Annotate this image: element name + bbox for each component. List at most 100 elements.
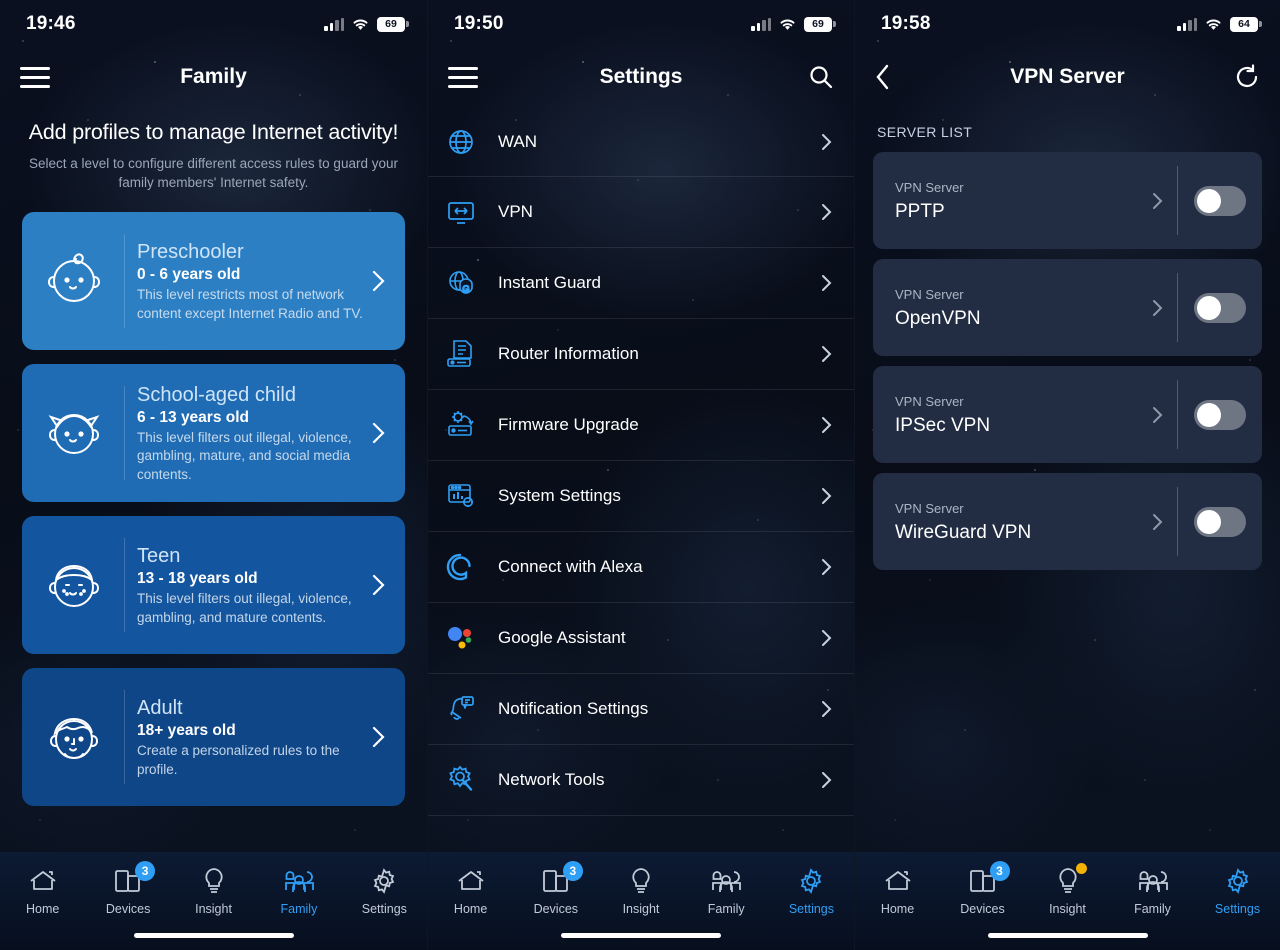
three-screenshot-strip: 19:46 69 Family Add profiles to manage I…	[0, 0, 1280, 950]
nav-right-group	[1234, 64, 1260, 90]
family-header: Add profiles to manage Internet activity…	[0, 106, 427, 192]
vpn-enable-toggle[interactable]	[1194, 292, 1246, 323]
card-divider	[124, 386, 125, 480]
status-clock: 19:58	[881, 13, 931, 34]
devices-icon: 3	[968, 861, 1010, 898]
settings-item-notification-settings[interactable]: Notification Settings	[428, 674, 854, 745]
hamburger-menu-icon[interactable]	[20, 66, 50, 88]
chevron-right-icon	[814, 203, 832, 221]
settings-item-label: Google Assistant	[498, 628, 626, 647]
tab-devices[interactable]: 3 Devices	[940, 860, 1025, 916]
status-bar: 19:46 69	[0, 0, 427, 48]
tab-settings[interactable]: Settings	[1195, 860, 1280, 916]
status-indicators: 69	[324, 16, 409, 32]
svg-text:G: G	[462, 284, 469, 294]
alexa-icon	[446, 553, 492, 581]
settings-item-label: Notification Settings	[498, 699, 649, 718]
profile-text-group: Teen 13 - 18 years old This level filter…	[137, 543, 365, 627]
settings-item-instant-guard[interactable]: G Instant Guard	[428, 248, 854, 319]
vpn-server-card-ipsec-vpn: VPN Server IPSec VPN	[873, 366, 1262, 463]
tab-settings[interactable]: Settings	[769, 860, 854, 916]
lightbulb-icon	[201, 864, 227, 898]
settings-item-label: VPN	[498, 202, 533, 221]
tab-devices[interactable]: 3 Devices	[513, 860, 598, 916]
tab-label: Devices	[960, 902, 1005, 916]
settings-item-connect-with-alexa[interactable]: Connect with Alexa	[428, 532, 854, 603]
profile-card-adult[interactable]: Adult 18+ years old Create a personalize…	[22, 668, 405, 806]
tab-settings[interactable]: Settings	[342, 860, 427, 916]
tab-insight[interactable]: Insight	[1025, 860, 1110, 916]
profile-text-group: Preschooler 0 - 6 years old This level r…	[137, 239, 365, 323]
vpn-server-card-wireguard-vpn: VPN Server WireGuard VPN	[873, 473, 1262, 570]
family-group-icon	[709, 864, 743, 898]
settings-item-network-tools[interactable]: Network Tools	[428, 745, 854, 816]
page-title: Family	[180, 65, 247, 88]
devices-badge: 3	[135, 861, 156, 881]
tab-home[interactable]: Home	[0, 860, 85, 916]
tab-family[interactable]: Family	[1110, 860, 1195, 916]
profile-name: Teen	[137, 545, 181, 567]
profile-name: School-aged child	[137, 383, 296, 406]
nav-left-group	[20, 66, 50, 88]
cellular-signal-icon	[1177, 17, 1197, 31]
vpn-enable-toggle[interactable]	[1194, 506, 1246, 537]
chevron-right-icon	[814, 629, 832, 647]
vpn-server-detail-link[interactable]: VPN Server OpenVPN	[873, 259, 1177, 356]
settings-item-router-information[interactable]: Router Information	[428, 319, 854, 390]
screen-vpn-server: 19:58 64 VPN Server SERVER LIST VPN Serv…	[854, 0, 1280, 950]
tab-family[interactable]: Family	[256, 860, 341, 916]
settings-item-system-settings[interactable]: System Settings	[428, 461, 854, 532]
vpn-card-subtitle: VPN Server	[895, 500, 964, 516]
status-bar: 19:50 69	[428, 0, 854, 48]
chevron-left-icon[interactable]	[875, 64, 890, 90]
tab-label: Family	[280, 902, 318, 916]
profile-card-school-aged-child[interactable]: School-aged child 6 - 13 years old This …	[22, 364, 405, 502]
tab-home[interactable]: Home	[428, 860, 513, 916]
tab-insight[interactable]: Insight	[598, 860, 683, 916]
devices-icon: 3	[113, 861, 156, 898]
chevron-right-icon	[814, 133, 832, 151]
settings-item-vpn[interactable]: VPN	[428, 177, 854, 248]
settings-item-label: WAN	[498, 131, 538, 151]
profile-description: Create a personalized rules to the profi…	[137, 743, 340, 777]
tab-home[interactable]: Home	[855, 860, 940, 916]
tab-devices[interactable]: 3 Devices	[85, 860, 170, 916]
settings-item-wan[interactable]: WAN	[428, 106, 854, 177]
family-group-icon	[282, 864, 316, 898]
chevron-right-icon	[814, 700, 832, 718]
hamburger-menu-icon[interactable]	[448, 66, 478, 88]
cellular-signal-icon	[324, 17, 344, 31]
family-subheading: Select a level to configure different ac…	[29, 156, 398, 190]
home-icon	[883, 864, 913, 898]
profile-text-group: School-aged child 6 - 13 years old This …	[137, 382, 365, 485]
vpn-enable-toggle[interactable]	[1194, 185, 1246, 216]
firmware-upgrade-icon	[446, 410, 492, 440]
bottom-tab-bar: Home 3 Devices Insight Family Settings	[855, 852, 1280, 950]
instant-guard-globe-icon: G	[446, 268, 492, 298]
chevron-right-icon	[365, 726, 391, 748]
tab-label: Settings	[1214, 902, 1261, 916]
vpn-toggle-container	[1178, 259, 1262, 356]
tab-label: Home	[453, 902, 488, 916]
chevron-right-icon	[365, 574, 391, 596]
tab-label: Home	[880, 902, 915, 916]
tab-family[interactable]: Family	[684, 860, 769, 916]
vpn-monitor-icon	[446, 197, 492, 227]
settings-item-google-assistant[interactable]: Google Assistant	[428, 603, 854, 674]
search-icon[interactable]	[808, 64, 834, 90]
refresh-icon[interactable]	[1234, 64, 1260, 90]
vpn-server-detail-link[interactable]: VPN Server WireGuard VPN	[873, 473, 1177, 570]
profile-card-preschooler[interactable]: Preschooler 0 - 6 years old This level r…	[22, 212, 405, 350]
vpn-server-detail-link[interactable]: VPN Server PPTP	[873, 152, 1177, 249]
vpn-enable-toggle[interactable]	[1194, 399, 1246, 430]
settings-item-firmware-upgrade[interactable]: Firmware Upgrade	[428, 390, 854, 461]
profile-text-group: Adult 18+ years old Create a personalize…	[137, 695, 365, 779]
tab-label: Family	[1134, 902, 1171, 916]
card-divider	[124, 538, 125, 632]
tab-insight[interactable]: Insight	[171, 860, 256, 916]
wifi-icon	[353, 19, 368, 30]
vpn-server-detail-link[interactable]: VPN Server IPSec VPN	[873, 366, 1177, 463]
profile-card-teen[interactable]: Teen 13 - 18 years old This level filter…	[22, 516, 405, 654]
screen-settings: 19:50 69 Settings WAN VPN G Instant Guar…	[427, 0, 854, 950]
globe-wan-icon	[446, 127, 492, 157]
